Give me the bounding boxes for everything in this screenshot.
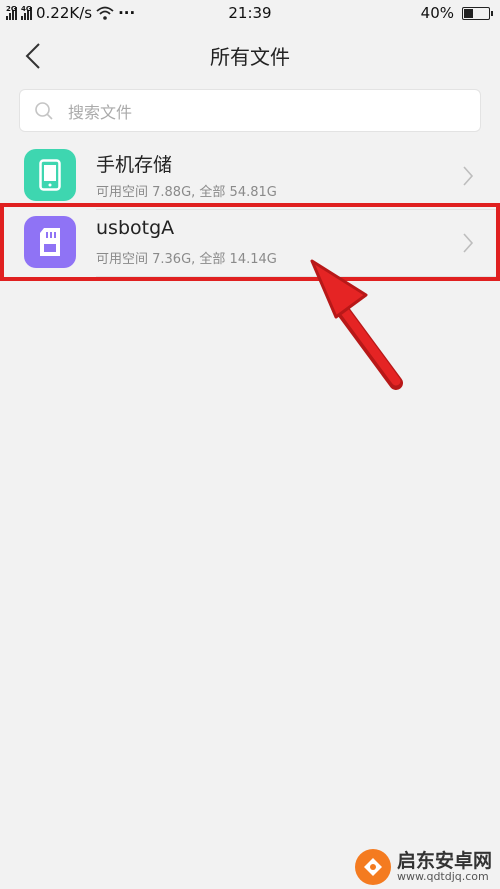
watermark-logo-icon [354, 849, 391, 885]
item-subtitle: 可用空间 7.88G, 全部 54.81G [96, 185, 277, 200]
status-right: 40% [420, 4, 493, 22]
search-input[interactable] [66, 98, 450, 126]
list-item-phone-storage[interactable]: 手机存储 可用空间 7.88G, 全部 54.81G [0, 141, 500, 209]
watermark-url: www.qdtdjq.com [396, 870, 489, 884]
annotation-arrow [310, 259, 403, 390]
item-title: 手机存储 [96, 154, 173, 176]
watermark-name: 启东安卓网 [396, 849, 492, 872]
battery-percent: 40% [420, 4, 454, 22]
page-title: 所有文件 [210, 45, 290, 69]
search-bar[interactable] [19, 89, 481, 132]
annotation-highlight-box [0, 203, 500, 281]
search-icon [35, 102, 53, 120]
battery-icon [462, 6, 493, 20]
phone-icon [24, 149, 76, 201]
status-bar: 2G 4G 0.22K/s ··· 21:39 40% [0, 0, 500, 28]
watermark: 启东安卓网 www.qdtdjq.com [354, 849, 492, 885]
chevron-right-icon [463, 166, 474, 186]
header: 所有文件 [0, 28, 500, 84]
